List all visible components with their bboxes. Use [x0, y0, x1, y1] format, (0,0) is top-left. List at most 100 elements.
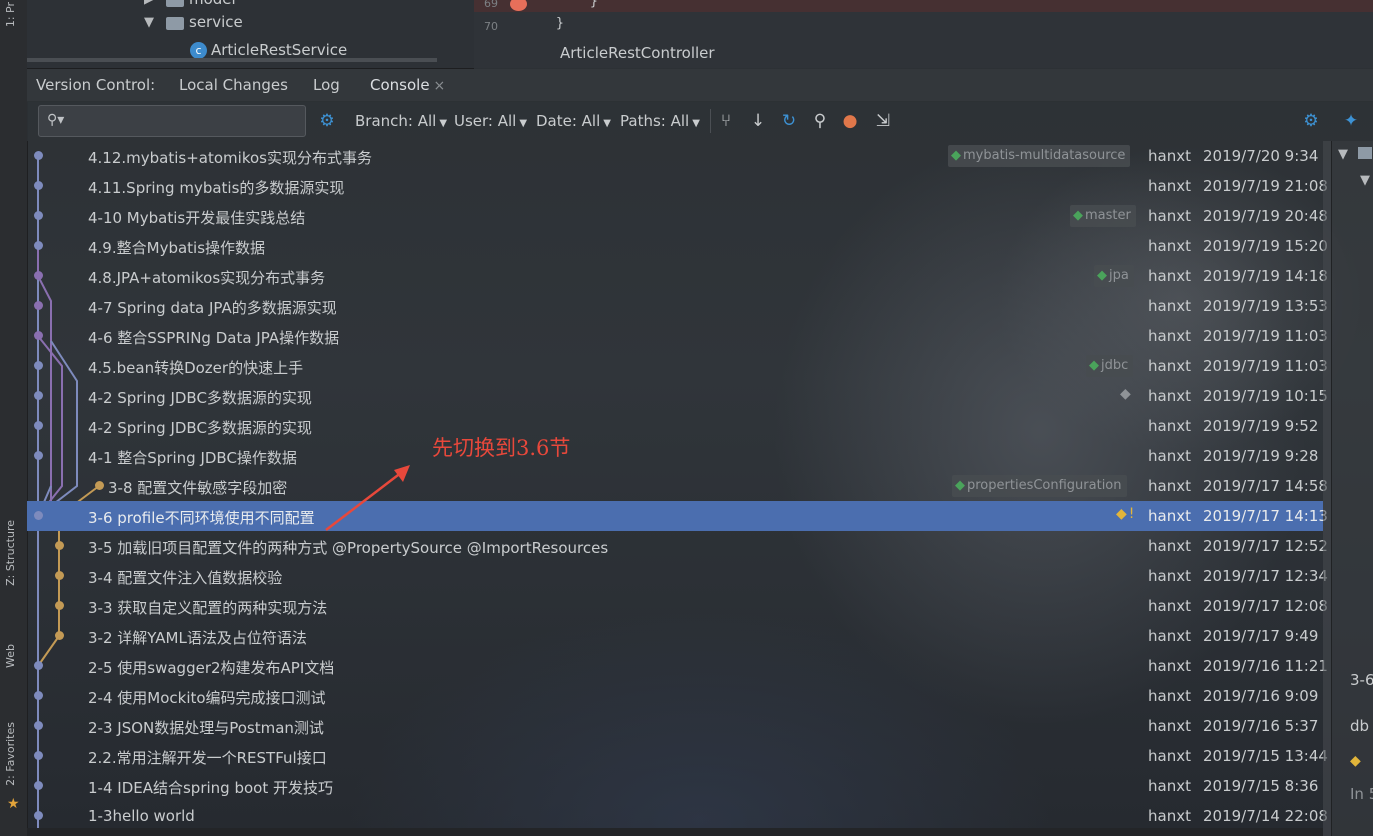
- favorites-tab-label: 2: Favorites: [4, 722, 17, 786]
- commit-author: hanxt: [1148, 297, 1191, 315]
- breakpoint-line-highlight: [474, 0, 1373, 12]
- commit-author: hanxt: [1148, 627, 1191, 645]
- commit-row[interactable]: 4.8.JPA+atomikos实现分布式事务 ◆ jpa hanxt 2019/7/1…: [27, 261, 1328, 291]
- commit-author: hanxt: [1148, 717, 1191, 735]
- search-input[interactable]: ⚲▾: [38, 105, 306, 137]
- tab-log[interactable]: Log: [313, 76, 340, 94]
- collapse-icon[interactable]: ⇲: [872, 110, 894, 132]
- commit-author: hanxt: [1148, 807, 1191, 825]
- commit-row[interactable]: 4.5.bean转换Dozer的快速上手 ◆ jdbc hanxt 2019/7/19 …: [27, 351, 1328, 381]
- chevron-down-icon: ▼: [439, 118, 448, 129]
- commit-row[interactable]: 4-2 Spring JDBC多数据源的实现 hanxt 2019/7/19 9:5…: [27, 411, 1323, 441]
- code-line[interactable]: }: [556, 16, 564, 31]
- commit-row[interactable]: 3-2 详解YAML语法及占位符语法 hanxt 2019/7/17 9:49: [27, 621, 1323, 651]
- search-icon[interactable]: ⚲: [809, 110, 831, 132]
- commit-row[interactable]: 2-3 JSON数据处理与Postman测试 hanxt 2019/7/16 5:3…: [27, 711, 1323, 741]
- commit-date: 2019/7/16 9:09: [1203, 687, 1319, 705]
- commit-row[interactable]: 4-10 Mybatis开发最佳实践总结 ◆ master hanxt 2019/7/1…: [27, 201, 1328, 231]
- expanded-arrow-icon[interactable]: ▼: [1338, 147, 1348, 162]
- commit-row[interactable]: 1-3hello world hanxt 2019/7/14 22:08: [27, 801, 1328, 831]
- commit-row[interactable]: 4.9.整合Mybatis操作数据 hanxt 2019/7/19 15:20: [27, 231, 1328, 261]
- commit-subject: 3-4 配置文件注入值数据校验: [88, 569, 283, 587]
- paths-filter[interactable]: Paths: All ▼: [620, 112, 700, 130]
- branch-graph-icon[interactable]: ⑂: [715, 110, 737, 132]
- commit-row[interactable]: 3-8 配置文件敏感字段加密 ◆ propertiesConfiguration ha…: [27, 471, 1328, 501]
- commit-node: [55, 601, 64, 610]
- commit-author: hanxt: [1148, 657, 1191, 675]
- tag-icon: ◆: [955, 478, 965, 493]
- commit-node: [34, 331, 43, 340]
- commit-author: hanxt: [1148, 207, 1191, 225]
- branch-tag-label: mybatis-multidatasource: [963, 148, 1126, 163]
- commit-row[interactable]: 3-3 获取自定义配置的两种实现方法 hanxt 2019/7/17 12:08: [27, 591, 1328, 621]
- commit-row[interactable]: 2-4 使用Mockito编码完成接口测试 hanxt 2019/7/16 9:09: [27, 681, 1323, 711]
- expanded-arrow-icon[interactable]: ▼: [144, 15, 154, 30]
- pin-icon[interactable]: ✦: [1340, 110, 1362, 132]
- commit-row[interactable]: 3-6 profile不同环境使用不同配置 ◆! hanxt 2019/7/17 14…: [27, 501, 1328, 531]
- commit-row[interactable]: 4-1 整合Spring JDBC操作数据 hanxt 2019/7/19 9:28: [27, 441, 1323, 471]
- commit-details-panel: ▼ ▼ 3-6 db ◆ In 5: [1331, 141, 1373, 836]
- commit-row[interactable]: 4-2 Spring JDBC多数据源的实现 ◆ hanxt 2019/7/19 10…: [27, 381, 1328, 411]
- settings-icon[interactable]: ⚙: [1300, 110, 1322, 132]
- commit-node: [34, 451, 43, 460]
- commit-row[interactable]: 2-5 使用swagger2构建发布API文档 hanxt 2019/7/16 11…: [27, 651, 1328, 681]
- user-filter-label: User: All: [454, 112, 517, 130]
- commit-node: [34, 781, 43, 790]
- branch-filter[interactable]: Branch: All ▼: [355, 112, 447, 130]
- favorites-tool-tab[interactable]: 2: Favorites: [4, 722, 24, 786]
- structure-tool-tab[interactable]: Z: Structure: [4, 520, 24, 586]
- commit-row[interactable]: 3-4 配置文件注入值数据校验 hanxt 2019/7/17 12:34: [27, 561, 1328, 591]
- commit-row[interactable]: 4-7 Spring data JPA的多数据源实现 hanxt 2019/7/19…: [27, 291, 1328, 321]
- code-line[interactable]: }: [590, 0, 598, 9]
- details-subject: 3-6: [1350, 671, 1373, 689]
- commit-subject: 2-5 使用swagger2构建发布API文档: [88, 659, 335, 677]
- tab-local-changes[interactable]: Local Changes: [179, 76, 288, 94]
- commit-date: 2019/7/19 14:18: [1203, 267, 1328, 285]
- commit-node: [34, 361, 43, 370]
- tab-console[interactable]: Console ×: [370, 76, 445, 94]
- date-filter[interactable]: Date: All ▼: [536, 112, 611, 130]
- commit-node: [34, 751, 43, 760]
- refresh-icon[interactable]: ↻: [778, 110, 800, 132]
- commit-row[interactable]: 2.2.常用注解开发一个RESTFul接口 hanxt 2019/7/15 13:4…: [27, 741, 1328, 771]
- cherry-pick-icon[interactable]: ●: [839, 110, 861, 132]
- commit-subject: 2-4 使用Mockito编码完成接口测试: [88, 689, 326, 707]
- tree-item-model[interactable]: model: [189, 0, 236, 8]
- search-icon: ⚲▾: [47, 112, 65, 128]
- editor-breadcrumb[interactable]: ArticleRestController: [560, 44, 715, 62]
- structure-tab-label: Z: Structure: [4, 520, 17, 586]
- branch-tag: ◆ jpa: [1094, 265, 1134, 287]
- commit-row[interactable]: 4-6 整合SSPRINg Data JPA操作数据 hanxt 2019/7/19…: [27, 321, 1328, 351]
- branch-tag: ◆ propertiesConfiguration: [952, 475, 1127, 497]
- commit-row[interactable]: 4.11.Spring mybatis的多数据源实现 hanxt 2019/7/19…: [27, 171, 1328, 201]
- commit-date: 2019/7/17 12:34: [1203, 567, 1328, 585]
- tree-item-article-rest-service[interactable]: ArticleRestService: [211, 41, 347, 59]
- branch-tag: ◆ mybatis-multidatasource: [948, 145, 1131, 167]
- status-strip: [27, 828, 1323, 836]
- expanded-arrow-icon[interactable]: ▼: [1360, 173, 1370, 188]
- commit-subject: 4.5.bean转换Dozer的快速上手: [88, 359, 304, 377]
- tag-icon: ◆: [1073, 208, 1083, 223]
- commit-node: [34, 811, 43, 820]
- commit-row[interactable]: 3-5 加载旧项目配置文件的两种方式 @PropertySource @Impo…: [27, 531, 1328, 561]
- commit-row[interactable]: 1-4 IDEA结合spring boot 开发技巧 hanxt 2019/7/15…: [27, 771, 1323, 801]
- project-tab-label: 1: Pr: [4, 2, 17, 28]
- tree-horizontal-scrollbar[interactable]: [27, 58, 437, 62]
- project-tool-tab[interactable]: 1: Pr: [4, 2, 24, 27]
- log-scrollbar[interactable]: [1323, 141, 1331, 836]
- commit-row[interactable]: 4.12.mybatis+atomikos实现分布式事务 ◆ mybatis-mul…: [27, 141, 1323, 171]
- chevron-down-icon: ▼: [603, 118, 611, 129]
- commit-subject: 2.2.常用注解开发一个RESTFul接口: [88, 749, 327, 767]
- pull-icon[interactable]: ↓: [747, 110, 769, 132]
- commit-date: 2019/7/19 15:20: [1203, 237, 1328, 255]
- collapsed-arrow-icon[interactable]: ▶: [144, 0, 154, 7]
- commit-date: 2019/7/17 9:49: [1203, 627, 1319, 645]
- tree-item-service[interactable]: service: [189, 13, 243, 31]
- settings-icon[interactable]: ⚙: [316, 110, 338, 132]
- close-icon[interactable]: ×: [434, 78, 446, 94]
- commit-subject: 4-7 Spring data JPA的多数据源实现: [88, 299, 337, 317]
- commit-subject: 3-8 配置文件敏感字段加密: [108, 479, 288, 497]
- web-tool-tab[interactable]: Web: [4, 644, 24, 668]
- chevron-down-icon: ▼: [519, 118, 528, 129]
- user-filter[interactable]: User: All ▼: [454, 112, 527, 130]
